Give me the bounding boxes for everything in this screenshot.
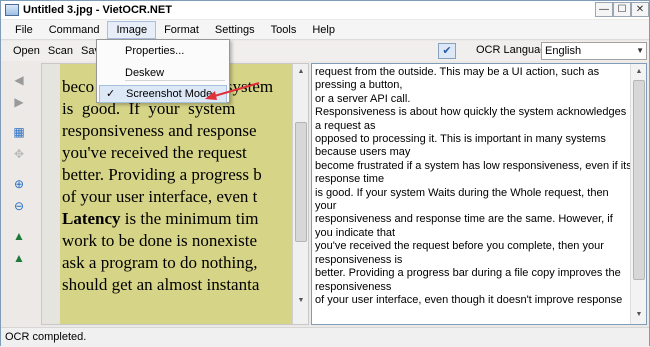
scan-button[interactable]: Scan <box>44 45 77 57</box>
menu-settings[interactable]: Settings <box>207 21 263 39</box>
actual-size-icon[interactable]: ✥ <box>10 145 28 163</box>
ocr-line: opposed to processing it. This is import… <box>315 133 606 159</box>
menu-item-screenshot-mode[interactable]: ✓ Screenshot Mode <box>99 85 227 103</box>
title-bar: Untitled 3.jpg - VietOCR.NET — ☐ ✕ <box>1 1 649 19</box>
next-page-icon[interactable]: ▶ <box>10 93 28 111</box>
ocr-line: better. Providing a progress bar during … <box>315 267 621 293</box>
ocr-line: you've received the request before you c… <box>315 240 604 266</box>
maximize-button[interactable]: ☐ <box>613 2 631 17</box>
ocr-language-icon[interactable]: ✔ <box>438 43 456 59</box>
ocr-language-select[interactable]: English ▼ <box>541 42 647 60</box>
ocr-line: is good. If your system Waits during the… <box>315 186 609 213</box>
app-window: Untitled 3.jpg - VietOCR.NET — ☐ ✕ File … <box>0 0 650 346</box>
ocr-text: request from the outside. This may be a … <box>315 66 633 307</box>
status-bar: OCR completed. <box>1 327 649 346</box>
checkmark-icon: ✓ <box>106 88 116 100</box>
ocr-line: request from the outside. This may be a … <box>315 66 600 92</box>
menu-item-properties[interactable]: Properties... <box>99 42 227 60</box>
ocr-line: Responsiveness is about how quickly the … <box>315 106 627 132</box>
menu-item-label: Screenshot Mode <box>126 88 213 100</box>
zoom-out-icon[interactable]: ⊖ <box>10 197 28 215</box>
menu-format[interactable]: Format <box>156 21 207 39</box>
menu-help[interactable]: Help <box>304 21 343 39</box>
open-button[interactable]: Open <box>9 45 44 57</box>
chevron-down-icon: ▼ <box>636 46 644 55</box>
menu-command[interactable]: Command <box>41 21 108 39</box>
fit-image-icon[interactable]: ▦ <box>10 123 28 141</box>
scrollbar-thumb[interactable] <box>295 122 307 242</box>
status-text: OCR completed. <box>5 331 87 343</box>
scroll-down-icon[interactable]: ▼ <box>632 308 646 322</box>
rotate-left-icon[interactable]: ▲ <box>10 227 28 245</box>
zoom-in-icon[interactable]: ⊕ <box>10 175 28 193</box>
ocr-line: responsiveness and response time are the… <box>315 213 613 239</box>
menu-bar: File Command Image Format Settings Tools… <box>1 20 649 40</box>
app-icon <box>5 4 19 16</box>
image-menu-dropdown: Properties... Deskew ✓ Screenshot Mode <box>96 39 230 103</box>
scanned-image: beco a system is good. If your system res… <box>60 64 300 324</box>
text-scrollbar[interactable]: ▲ ▼ <box>630 64 646 324</box>
minimize-button[interactable]: — <box>595 2 613 17</box>
scanned-image-text: beco a system is good. If your system res… <box>62 77 274 294</box>
scrollbar-thumb[interactable] <box>633 80 645 280</box>
ocr-line: or a server API call. <box>315 92 411 105</box>
prev-page-icon[interactable]: ◀ <box>10 71 28 89</box>
image-scrollbar[interactable]: ▲ ▼ <box>292 64 308 324</box>
window-title: Untitled 3.jpg - VietOCR.NET <box>23 4 172 16</box>
menu-file[interactable]: File <box>7 21 41 39</box>
scroll-down-icon[interactable]: ▼ <box>294 294 308 308</box>
close-button[interactable]: ✕ <box>631 2 649 17</box>
scroll-up-icon[interactable]: ▲ <box>632 65 646 79</box>
menu-tools[interactable]: Tools <box>263 21 305 39</box>
ocr-line: become frustrated if a system has low re… <box>315 159 632 186</box>
ocr-line: of your user interface, even though it d… <box>315 293 623 306</box>
rotate-right-icon[interactable]: ▲ <box>10 249 28 267</box>
menu-image[interactable]: Image <box>107 20 157 39</box>
menu-separator <box>125 80 225 81</box>
ocr-language-value: English <box>545 45 582 57</box>
image-tools: ◀ ▶ ▦ ✥ ⊕ ⊖ ▲ ▲ <box>1 63 37 325</box>
ocr-text-area[interactable]: request from the outside. This may be a … <box>311 63 647 325</box>
scroll-up-icon[interactable]: ▲ <box>294 65 308 79</box>
